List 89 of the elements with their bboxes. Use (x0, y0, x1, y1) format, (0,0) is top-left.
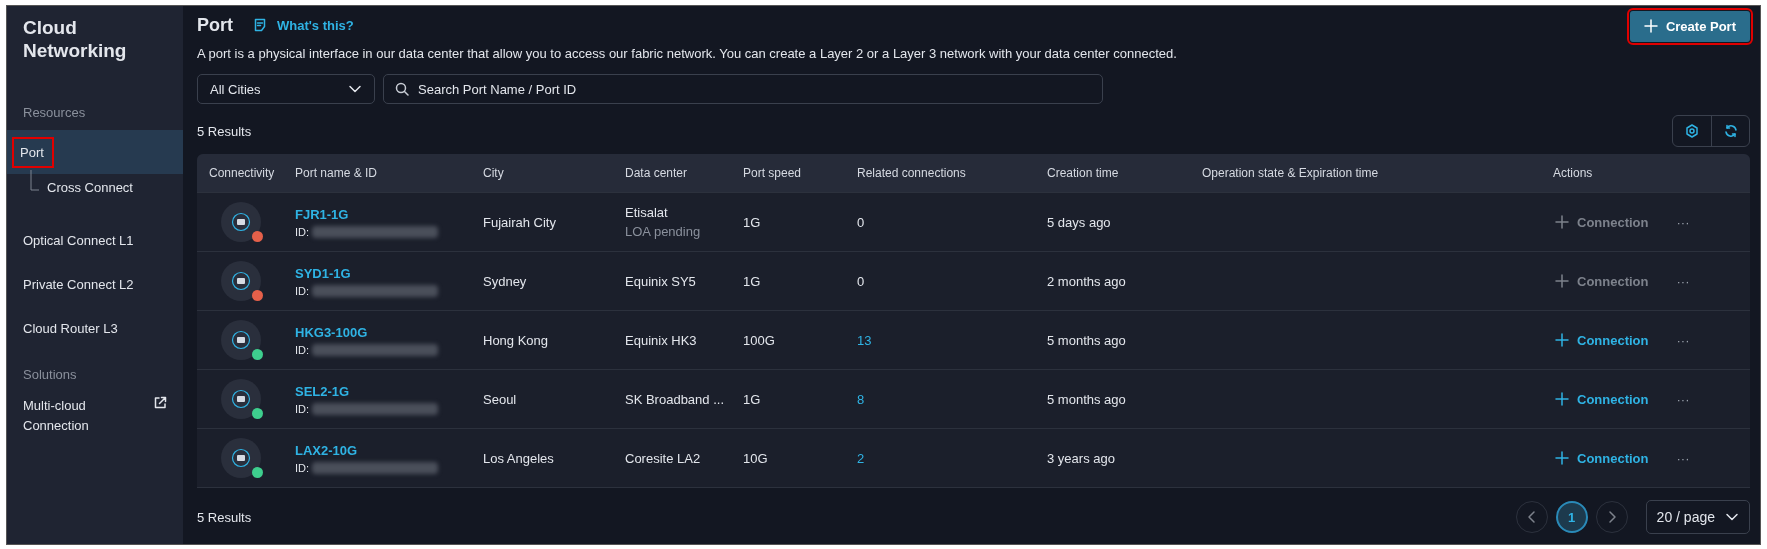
table-cell: Equinix HK3 (625, 332, 697, 348)
results-count: 5 Results (197, 123, 252, 139)
column-header: Port speed (742, 166, 803, 180)
table-cell-text: Hong Kong (482, 332, 550, 348)
id-label: ID: (295, 284, 310, 297)
column-header: Port name & ID (294, 166, 379, 180)
create-port-button[interactable]: Create Port (1629, 10, 1750, 42)
help-link[interactable]: What's this? (277, 17, 354, 33)
add-connection-button[interactable]: Connection (1553, 448, 1651, 468)
port-icon (230, 447, 252, 469)
more-button[interactable]: ··· (1674, 271, 1692, 291)
page-button[interactable]: 1 (1555, 501, 1588, 533)
connections-link[interactable]: 13 (857, 332, 872, 348)
settings-icon (1685, 124, 1699, 138)
port-name-link[interactable]: LAX2-10G (295, 442, 358, 458)
sidebar-title: Cloud Networking (22, 16, 128, 62)
sidebar-item[interactable]: Optical Connect L1 (23, 232, 134, 248)
add-connection-button[interactable]: Connection (1553, 389, 1651, 409)
table-cell: Etisalat (625, 205, 668, 220)
table-cell-text: 1G (742, 391, 762, 407)
section-heading: Resources (22, 104, 87, 122)
plus-icon (1643, 19, 1658, 33)
sidebar-item[interactable]: Private Connect L2 (23, 276, 134, 292)
port-icon (230, 329, 252, 351)
port-icon (230, 388, 252, 410)
column-header: Actions (1552, 166, 1594, 180)
plus-icon (1555, 451, 1569, 465)
section-heading: Solutions (22, 366, 78, 384)
port-name-link[interactable]: SEL2-1G (295, 383, 350, 399)
table-cell-text: Seoul (482, 391, 518, 407)
connections-link[interactable]: 8 (857, 391, 865, 407)
search-icon (395, 82, 409, 96)
more-button[interactable]: ··· (1674, 389, 1692, 409)
id-label: ID: (295, 225, 310, 238)
table-cell-text: Los Angeles (482, 450, 555, 466)
table-cell: 0 (857, 273, 865, 289)
table-cell-text: 2 months ago (1046, 273, 1127, 289)
port-icon (230, 211, 252, 233)
table-cell: 0 (857, 214, 865, 230)
port-name-link[interactable]: FJR1-1G (295, 206, 349, 222)
column-header: Data center (624, 166, 689, 180)
search-field[interactable]: Search Port Name / Port ID (383, 74, 1103, 104)
column-header: Related connections (856, 166, 967, 180)
table-cell-text: 10G (742, 450, 769, 466)
table-cell-text: Fujairah City (482, 214, 557, 230)
column-header: Creation time (1046, 166, 1120, 180)
port-name-link[interactable]: HKG3-100G (295, 324, 368, 340)
table-cell: Coresite LA2 (625, 450, 701, 466)
table-cell: SK Broadband ... (625, 391, 724, 407)
table-cell-text: 1G (742, 214, 762, 230)
sidebar-item[interactable]: Port (14, 138, 52, 166)
more-button[interactable]: ··· (1674, 448, 1692, 468)
table-cell-text: 1G (742, 273, 762, 289)
id-label: ID: (295, 402, 310, 415)
page-size-dropdown[interactable]: 20 / page (1645, 500, 1750, 534)
table-cell-text: 100G (742, 332, 776, 348)
table-cell-text: Sydney (482, 273, 528, 289)
table-cell-text: 5 months ago (1046, 332, 1127, 348)
page-description: A port is a physical interface in our data center that allow you to access our fabric network. You can create a Layer 2 or a Layer 3 network with your data center connected. (197, 46, 1178, 63)
city-dropdown[interactable]: All Cities (197, 74, 375, 104)
plus-icon (1555, 333, 1569, 347)
refresh-icon (1723, 124, 1738, 138)
plus-icon (1555, 392, 1569, 406)
plus-icon (1555, 274, 1569, 288)
sidebar-item[interactable]: Cross Connect (47, 180, 133, 195)
results-count: 5 Results (197, 509, 252, 525)
status-note: LOA pending (625, 224, 701, 239)
column-header: Connectivity (208, 166, 276, 180)
table-cell-text: 5 months ago (1046, 391, 1127, 407)
table-cell-text: 5 days ago (1046, 214, 1112, 230)
table-cell-text: 3 years ago (1046, 450, 1116, 466)
connections-link[interactable]: 2 (857, 450, 865, 466)
column-header: Operation state & Expiration time (1201, 166, 1380, 180)
more-button[interactable]: ··· (1674, 212, 1692, 232)
document-icon (253, 18, 267, 32)
id-label: ID: (295, 343, 310, 356)
table-cell: Equinix SY5 (625, 273, 696, 289)
sidebar-item[interactable]: Cloud Router L3 (23, 320, 118, 336)
tree-connector-icon (29, 170, 39, 192)
more-button[interactable]: ··· (1674, 330, 1692, 350)
plus-icon (1555, 215, 1569, 229)
add-connection-button[interactable]: Connection (1553, 330, 1651, 350)
port-name-link[interactable]: SYD1-1G (295, 265, 351, 281)
page-title: Port (197, 14, 233, 36)
port-icon (230, 270, 252, 292)
sidebar-item[interactable]: Multi-cloud Connection (23, 396, 123, 436)
column-header: City (482, 166, 505, 180)
id-label: ID: (295, 461, 310, 474)
external-link-icon (153, 396, 167, 410)
